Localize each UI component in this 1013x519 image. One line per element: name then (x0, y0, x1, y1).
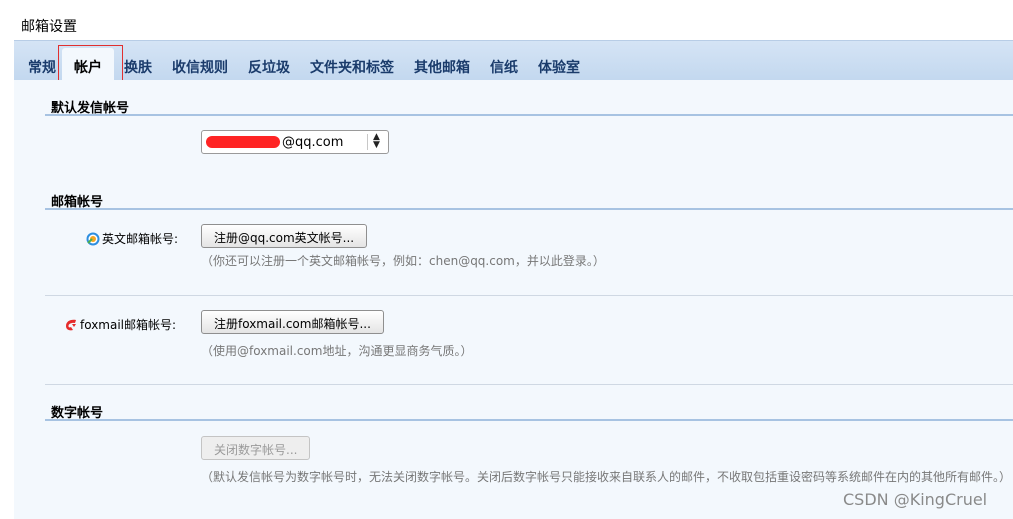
tab-folders-labels[interactable]: 文件夹和标签 (310, 57, 394, 77)
watermark: CSDN @KingCruel (843, 490, 988, 509)
updown-arrow-icon: ▲ ▼ (373, 132, 380, 150)
section-divider (45, 419, 1013, 421)
redacted-address (206, 136, 280, 148)
close-digital-account-button[interactable]: 关闭数字帐号... (201, 436, 311, 460)
select-divider (367, 134, 368, 150)
foxmail-account-row-label: foxmail邮箱帐号: (64, 316, 176, 335)
english-account-hint: （你还可以注册一个英文邮箱帐号，例如：chen@qq.com，并以此登录。） (201, 254, 605, 268)
foxmail-icon (64, 318, 78, 335)
default-sender-select[interactable]: @qq.com ▲ ▼ (201, 130, 389, 154)
register-foxmail-account-button[interactable]: 注册foxmail.com邮箱帐号... (201, 310, 384, 334)
tab-other-mailboxes[interactable]: 其他邮箱 (414, 57, 470, 77)
foxmail-account-label: foxmail邮箱帐号: (80, 318, 177, 332)
english-account-label: 英文邮箱帐号: (102, 232, 179, 246)
tab-stationery[interactable]: 信纸 (490, 57, 518, 77)
tab-anti-spam[interactable]: 反垃圾 (248, 57, 290, 77)
tab-accounts[interactable]: 帐户 (62, 48, 114, 81)
settings-content-panel (14, 80, 1013, 519)
page-title: 邮箱设置 (21, 19, 77, 35)
digital-account-hint: （默认发信帐号为数字帐号时，无法关闭数字帐号。关闭后数字帐号只能接收来自联系人的… (201, 470, 1012, 484)
row-divider (45, 384, 1013, 385)
section-divider (45, 208, 1013, 210)
default-sender-value: @qq.com (282, 135, 344, 150)
qq-mail-icon (86, 232, 100, 249)
register-english-account-button[interactable]: 注册@qq.com英文帐号... (201, 224, 368, 248)
tab-general[interactable]: 常规 (28, 57, 56, 77)
foxmail-account-hint: （使用@foxmail.com地址，沟通更显商务气质。） (201, 344, 473, 358)
section-divider (45, 114, 1013, 116)
settings-tab-bar: 常规 帐户 换肤 收信规则 反垃圾 文件夹和标签 其他邮箱 信纸 体验室 (14, 40, 1013, 81)
tab-skin[interactable]: 换肤 (124, 57, 152, 77)
tab-lab[interactable]: 体验室 (538, 57, 580, 77)
row-divider (45, 295, 1013, 296)
tab-receive-rules[interactable]: 收信规则 (172, 57, 228, 77)
english-account-row-label: 英文邮箱帐号: (86, 230, 178, 249)
